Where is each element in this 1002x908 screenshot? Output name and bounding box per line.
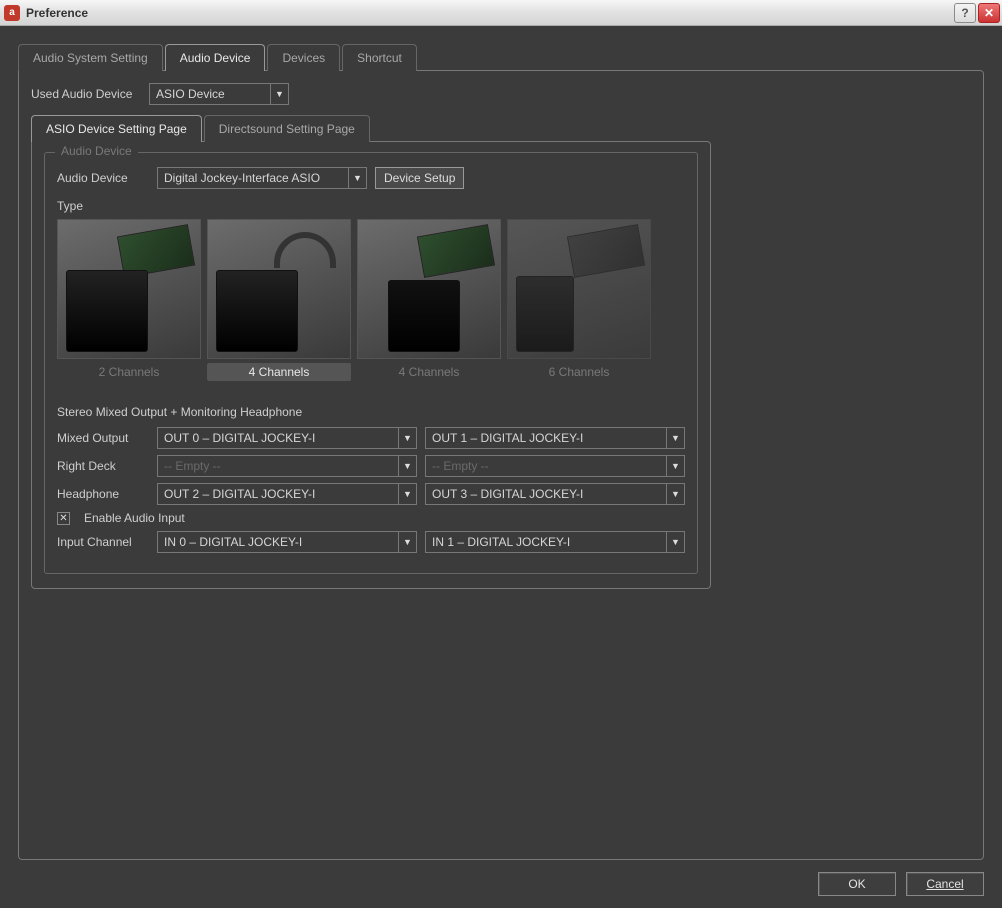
tab-asio-setting[interactable]: ASIO Device Setting Page (31, 115, 202, 142)
dropdown-value: OUT 3 – DIGITAL JOCKEY-I (426, 487, 666, 501)
type-image-4ch-headphone (207, 219, 351, 359)
chevron-down-icon: ▼ (666, 484, 684, 504)
inner-tab-panel: Audio Device Audio Device Digital Jockey… (31, 141, 711, 589)
chevron-down-icon: ▼ (398, 484, 416, 504)
input-channel-right-dropdown[interactable]: IN 1 – DIGITAL JOCKEY-I ▼ (425, 531, 685, 553)
help-button[interactable]: ? (954, 3, 976, 23)
tab-audio-device[interactable]: Audio Device (165, 44, 266, 71)
chevron-down-icon: ▼ (398, 456, 416, 476)
dropdown-value: OUT 2 – DIGITAL JOCKEY-I (158, 487, 398, 501)
type-option-6ch[interactable]: 6 Channels (507, 219, 651, 381)
headphone-row: Headphone OUT 2 – DIGITAL JOCKEY-I ▼ OUT… (57, 483, 685, 505)
outer-tab-panel: Used Audio Device ASIO Device ▼ ASIO Dev… (18, 70, 984, 860)
used-audio-device-label: Used Audio Device (31, 87, 141, 101)
dropdown-value: IN 0 – DIGITAL JOCKEY-I (158, 535, 398, 549)
headphone-label: Headphone (57, 487, 149, 501)
enable-audio-input-label: Enable Audio Input (84, 511, 185, 525)
dropdown-value: -- Empty -- (426, 459, 666, 473)
audio-device-value: Digital Jockey-Interface ASIO (158, 171, 348, 185)
audio-device-dropdown[interactable]: Digital Jockey-Interface ASIO ▼ (157, 167, 367, 189)
close-button[interactable]: ✕ (978, 3, 1000, 23)
audio-device-row: Audio Device Digital Jockey-Interface AS… (57, 167, 685, 189)
type-caption: 4 Channels (357, 363, 501, 381)
chevron-down-icon: ▼ (398, 532, 416, 552)
right-deck-left-dropdown[interactable]: -- Empty -- ▼ (157, 455, 417, 477)
client-area: Audio System Setting Audio Device Device… (0, 26, 1002, 908)
used-audio-device-dropdown[interactable]: ASIO Device ▼ (149, 83, 289, 105)
type-label: Type (57, 199, 685, 213)
output-grid: Mixed Output OUT 0 – DIGITAL JOCKEY-I ▼ … (57, 427, 685, 553)
enable-audio-input-row: ✕ Enable Audio Input (57, 511, 685, 525)
ok-button[interactable]: OK (818, 872, 896, 896)
type-option-4ch-headphone[interactable]: 4 Channels (207, 219, 351, 381)
used-audio-device-value: ASIO Device (150, 87, 270, 101)
mixed-output-label: Mixed Output (57, 431, 149, 445)
chevron-down-icon: ▼ (666, 428, 684, 448)
chevron-down-icon: ▼ (270, 84, 288, 104)
type-option-2ch[interactable]: 2 Channels (57, 219, 201, 381)
dropdown-value: OUT 0 – DIGITAL JOCKEY-I (158, 431, 398, 445)
tab-directsound-setting[interactable]: Directsound Setting Page (204, 115, 370, 142)
tab-audio-system-setting[interactable]: Audio System Setting (18, 44, 163, 71)
chevron-down-icon: ▼ (666, 532, 684, 552)
type-option-4ch-mixer[interactable]: 4 Channels (357, 219, 501, 381)
dropdown-value: OUT 1 – DIGITAL JOCKEY-I (426, 431, 666, 445)
used-audio-device-row: Used Audio Device ASIO Device ▼ (31, 83, 971, 105)
dialog-footer: OK Cancel (818, 872, 984, 896)
right-deck-row: Right Deck -- Empty -- ▼ -- Empty -- ▼ (57, 455, 685, 477)
chevron-down-icon: ▼ (398, 428, 416, 448)
window-title: Preference (26, 6, 952, 20)
type-image-6ch (507, 219, 651, 359)
mixed-output-row: Mixed Output OUT 0 – DIGITAL JOCKEY-I ▼ … (57, 427, 685, 449)
input-channel-row: Input Channel IN 0 – DIGITAL JOCKEY-I ▼ … (57, 531, 685, 553)
title-bar: a Preference ? ✕ (0, 0, 1002, 26)
mixed-output-left-dropdown[interactable]: OUT 0 – DIGITAL JOCKEY-I ▼ (157, 427, 417, 449)
type-caption: 6 Channels (507, 363, 651, 381)
tab-shortcut[interactable]: Shortcut (342, 44, 417, 71)
device-setup-button[interactable]: Device Setup (375, 167, 464, 189)
type-caption: 2 Channels (57, 363, 201, 381)
fieldset-legend: Audio Device (55, 144, 138, 158)
type-image-2ch (57, 219, 201, 359)
type-options: 2 Channels 4 Channels 4 Channels 6 Chann… (57, 219, 685, 381)
input-channel-left-dropdown[interactable]: IN 0 – DIGITAL JOCKEY-I ▼ (157, 531, 417, 553)
inner-tabs: ASIO Device Setting Page Directsound Set… (31, 115, 971, 142)
output-section-title: Stereo Mixed Output + Monitoring Headpho… (57, 405, 685, 419)
dropdown-value: IN 1 – DIGITAL JOCKEY-I (426, 535, 666, 549)
headphone-right-dropdown[interactable]: OUT 3 – DIGITAL JOCKEY-I ▼ (425, 483, 685, 505)
headphone-left-dropdown[interactable]: OUT 2 – DIGITAL JOCKEY-I ▼ (157, 483, 417, 505)
chevron-down-icon: ▼ (348, 168, 366, 188)
right-deck-label: Right Deck (57, 459, 149, 473)
chevron-down-icon: ▼ (666, 456, 684, 476)
app-icon: a (4, 5, 20, 21)
outer-tabs: Audio System Setting Audio Device Device… (18, 44, 984, 71)
type-image-4ch-mixer (357, 219, 501, 359)
cancel-button[interactable]: Cancel (906, 872, 984, 896)
mixed-output-right-dropdown[interactable]: OUT 1 – DIGITAL JOCKEY-I ▼ (425, 427, 685, 449)
tab-devices[interactable]: Devices (267, 44, 340, 71)
input-channel-label: Input Channel (57, 535, 149, 549)
type-caption: 4 Channels (207, 363, 351, 381)
audio-device-label: Audio Device (57, 171, 149, 185)
right-deck-right-dropdown[interactable]: -- Empty -- ▼ (425, 455, 685, 477)
dropdown-value: -- Empty -- (158, 459, 398, 473)
enable-audio-input-checkbox[interactable]: ✕ (57, 512, 70, 525)
audio-device-fieldset: Audio Device Audio Device Digital Jockey… (44, 152, 698, 574)
